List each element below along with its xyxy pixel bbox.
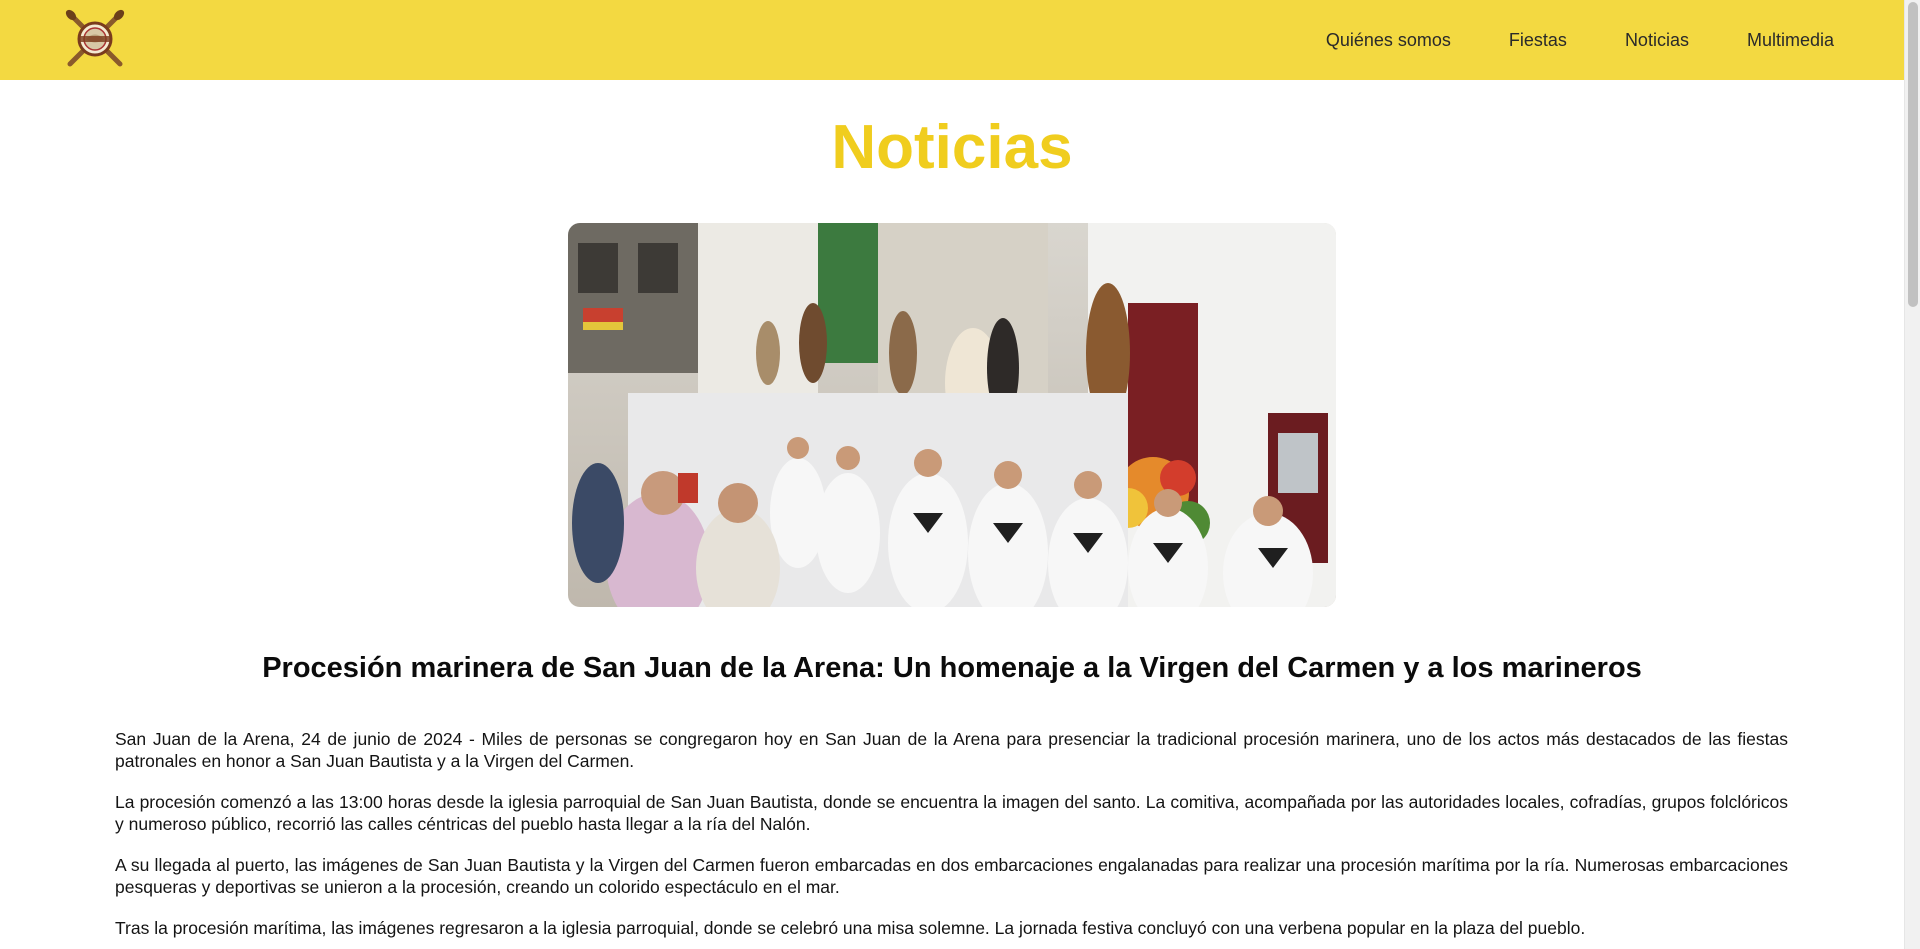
procession-photo [568, 223, 1336, 607]
main-nav: Quiénes somos Fiestas Noticias Multimedi… [1326, 0, 1834, 80]
nav-link-multimedia[interactable]: Multimedia [1747, 30, 1834, 51]
article-title: Procesión marinera de San Juan de la Are… [262, 652, 1642, 684]
nav-link-fiestas[interactable]: Fiestas [1509, 30, 1567, 51]
article-paragraph: Tras la procesión marítima, las imágenes… [115, 918, 1586, 938]
top-navbar: Quiénes somos Fiestas Noticias Multimedi… [0, 0, 1904, 80]
page-title: Noticias [831, 113, 1073, 182]
nav-link-quienes-somos[interactable]: Quiénes somos [1326, 30, 1451, 51]
article-body: San Juan de la Arena, 24 de junio de 202… [115, 728, 1788, 949]
nav-link-noticias[interactable]: Noticias [1625, 30, 1689, 51]
article-paragraph: A su llegada al puerto, las imágenes de … [115, 855, 1788, 897]
logo-crossed-oars-icon[interactable] [62, 6, 128, 72]
article-paragraph: San Juan de la Arena, 24 de junio de 202… [115, 729, 1788, 771]
vertical-scrollbar[interactable] [1904, 0, 1920, 949]
article-paragraph: La procesión comenzó a las 13:00 horas d… [115, 792, 1788, 834]
scrollbar-thumb[interactable] [1908, 2, 1918, 307]
